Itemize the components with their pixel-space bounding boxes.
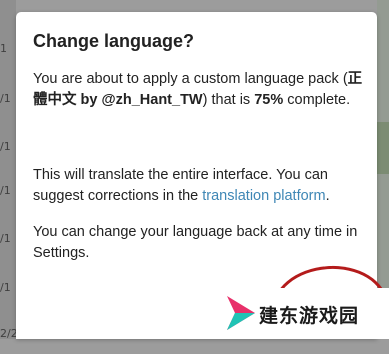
chat-date: /1 bbox=[0, 232, 11, 245]
chat-date: /1 bbox=[0, 92, 11, 105]
watermark: 建东游戏园 bbox=[209, 288, 389, 339]
watermark-logo-icon bbox=[227, 296, 255, 330]
translation-platform-link[interactable]: translation platform bbox=[202, 188, 325, 204]
chat-date: /1 bbox=[0, 281, 11, 294]
dialog-message-settings: You can change your language back at any… bbox=[33, 224, 358, 261]
chat-date: 2/23 bbox=[0, 327, 16, 340]
dialog-title: Change language? bbox=[33, 31, 195, 51]
watermark-text: 建东游戏园 bbox=[259, 305, 360, 327]
chat-date: 1 bbox=[0, 42, 7, 55]
dialog-message-pack: You are about to apply a custom language… bbox=[33, 71, 363, 108]
dialog-message-translate: This will translate the entire interface… bbox=[33, 167, 330, 204]
completion-percent: 75% bbox=[254, 92, 284, 108]
chat-date: /1 bbox=[0, 184, 11, 197]
chat-date: /1 bbox=[0, 140, 11, 153]
